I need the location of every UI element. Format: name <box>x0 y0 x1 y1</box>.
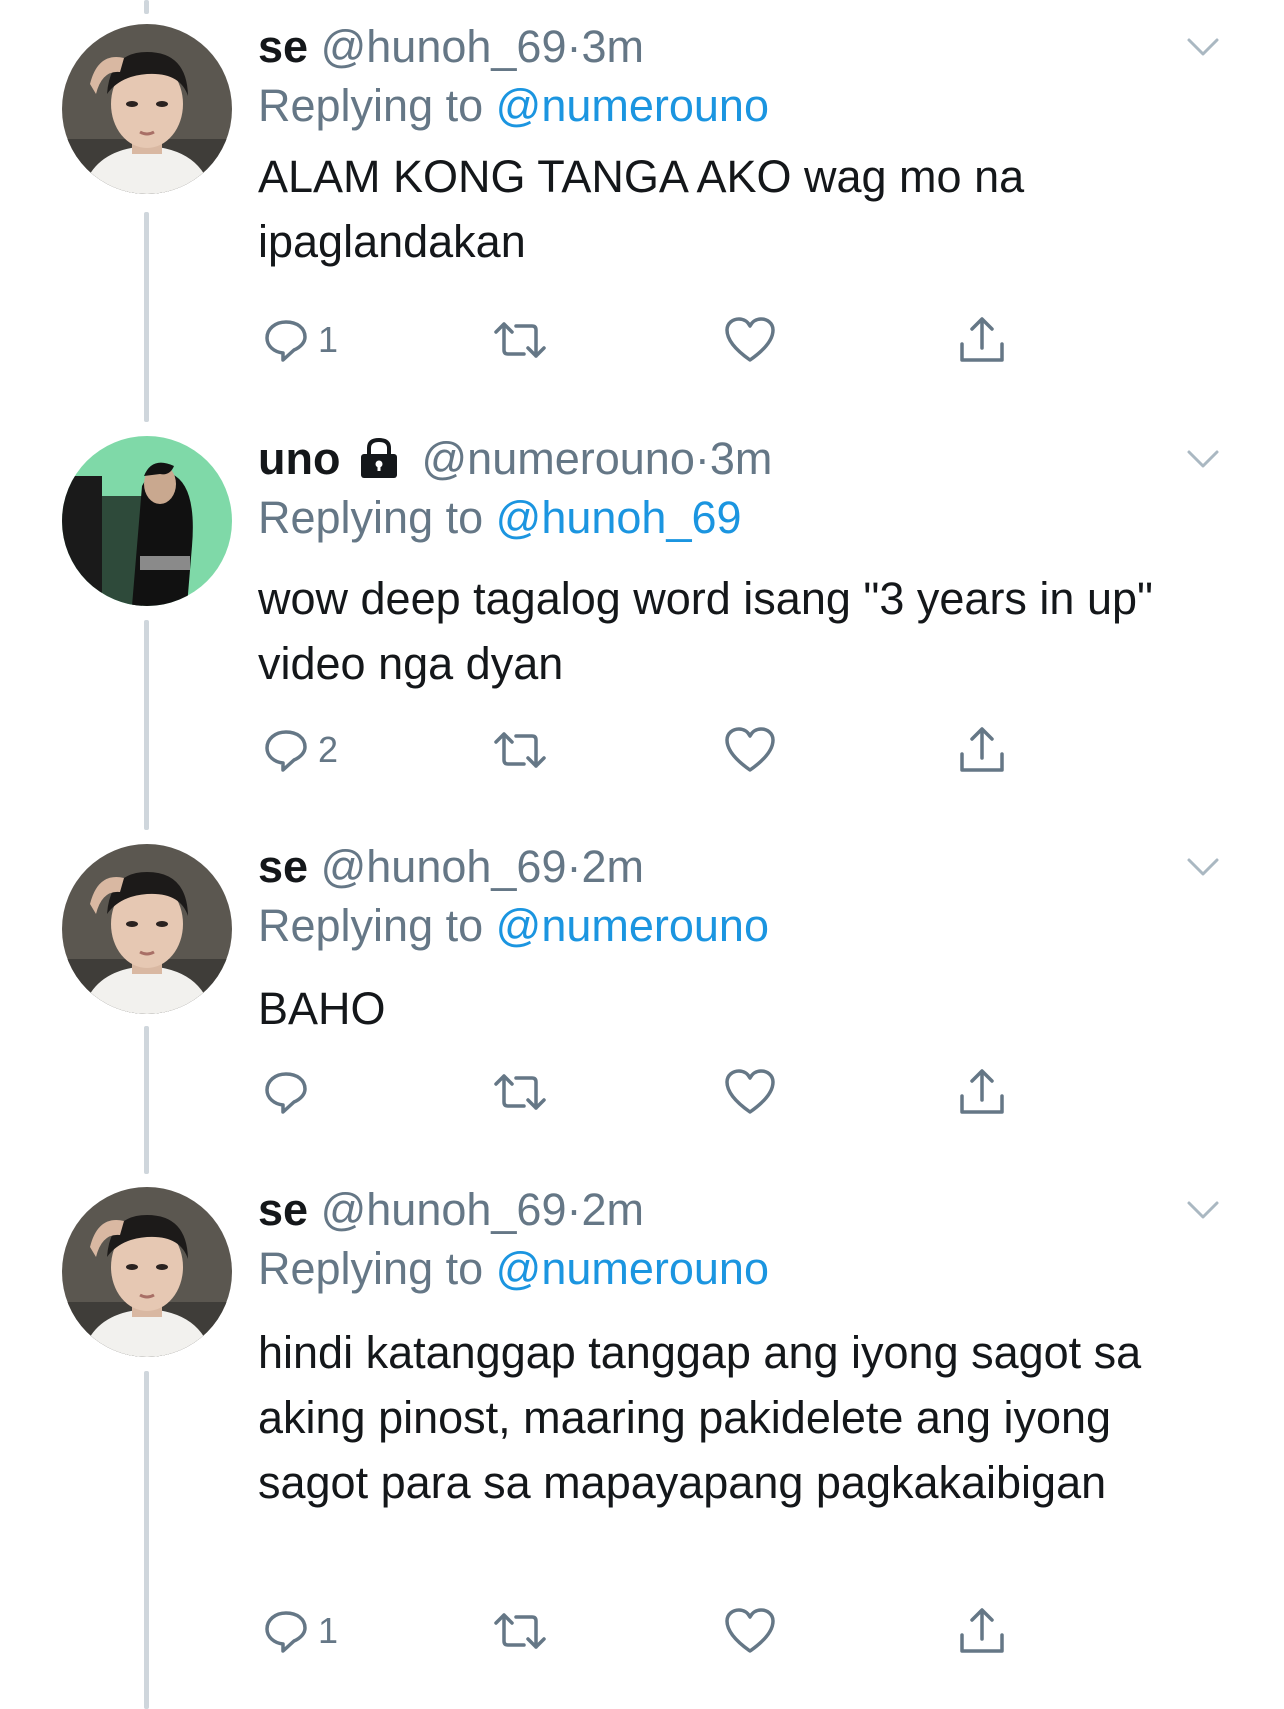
timestamp[interactable]: 3m <box>581 21 644 72</box>
reply-icon <box>265 1611 307 1653</box>
avatar[interactable] <box>62 1187 232 1357</box>
mention-link[interactable]: @numerouno <box>496 900 769 951</box>
heart-icon <box>725 1069 775 1114</box>
mention-link[interactable]: @numerouno <box>496 80 769 131</box>
like-button[interactable] <box>724 722 776 778</box>
tweet-header: se @hunoh_69·2m <box>258 840 644 894</box>
reply-count: 1 <box>318 1610 339 1651</box>
timestamp[interactable]: 2m <box>581 1184 644 1235</box>
like-button[interactable] <box>724 312 776 368</box>
chevron-down-icon[interactable] <box>1183 846 1223 886</box>
timestamp[interactable]: 2m <box>581 841 644 892</box>
share-icon <box>960 317 1004 362</box>
separator-dot: · <box>694 433 710 484</box>
reply-button[interactable]: 2 <box>262 722 338 778</box>
replying-prefix: Replying to <box>258 492 496 543</box>
avatar[interactable] <box>62 436 232 606</box>
action-bar <box>258 1064 1078 1120</box>
reply-count: 2 <box>318 729 339 770</box>
share-button[interactable] <box>956 1603 1008 1659</box>
tweet-header: se @hunoh_69·2m <box>258 1183 644 1237</box>
reply-button[interactable]: 1 <box>262 312 338 368</box>
replying-to: Replying to @hunoh_69 <box>258 491 742 545</box>
avatar[interactable] <box>62 24 232 194</box>
display-name[interactable]: se <box>258 21 308 72</box>
heart-icon <box>725 727 775 772</box>
user-handle[interactable]: @hunoh_69 <box>321 21 567 72</box>
mention-link[interactable]: @numerouno <box>496 1243 769 1294</box>
thread-line <box>144 620 149 830</box>
separator-dot: · <box>566 841 582 892</box>
replying-prefix: Replying to <box>258 900 496 951</box>
share-button[interactable] <box>956 312 1008 368</box>
replying-prefix: Replying to <box>258 1243 496 1294</box>
heart-icon <box>725 1608 775 1653</box>
tweet-text: hindi katanggap tanggap ang iyong sagot … <box>258 1327 1142 1508</box>
share-icon <box>960 1608 1004 1653</box>
chevron-down-icon[interactable] <box>1183 1189 1223 1229</box>
chevron-down-icon[interactable] <box>1183 26 1223 66</box>
like-button[interactable] <box>724 1603 776 1659</box>
replying-prefix: Replying to <box>258 80 496 131</box>
heart-icon <box>725 317 775 362</box>
chevron-down-icon[interactable] <box>1183 438 1223 478</box>
timestamp[interactable]: 3m <box>710 433 773 484</box>
like-button[interactable] <box>724 1064 776 1120</box>
mention-link[interactable]: @hunoh_69 <box>496 492 742 543</box>
user-handle[interactable]: @hunoh_69 <box>321 1184 567 1235</box>
retweet-icon <box>494 1074 546 1110</box>
share-button[interactable] <box>956 722 1008 778</box>
display-name[interactable]: se <box>258 841 308 892</box>
tweet-header: se @hunoh_69·3m <box>258 20 644 74</box>
separator-dot: · <box>566 21 582 72</box>
tweet-text: ALAM KONG TANGA AKO wag mo na ipaglandak… <box>258 151 1025 267</box>
action-bar: 1 <box>258 1603 1078 1659</box>
reply-icon <box>265 1072 307 1114</box>
replying-to: Replying to @numerouno <box>258 79 769 133</box>
share-icon <box>960 1069 1004 1114</box>
display-name[interactable]: uno <box>258 433 340 484</box>
reply-icon <box>265 320 307 362</box>
retweet-icon <box>494 322 546 358</box>
thread-line <box>144 1026 149 1174</box>
reply-icon <box>265 730 307 772</box>
retweet-button[interactable] <box>492 722 548 778</box>
retweet-button[interactable] <box>492 312 548 368</box>
thread-line <box>144 1371 149 1709</box>
tweet-header: uno @numerouno·3m <box>258 432 772 486</box>
user-handle[interactable]: @numerouno <box>422 433 695 484</box>
lock-icon <box>360 437 397 478</box>
display-name[interactable]: se <box>258 1184 308 1235</box>
tweet-text: BAHO <box>258 983 386 1034</box>
replying-to: Replying to @numerouno <box>258 899 769 953</box>
retweet-button[interactable] <box>492 1064 548 1120</box>
share-icon <box>960 727 1004 772</box>
user-handle[interactable]: @hunoh_69 <box>321 841 567 892</box>
avatar[interactable] <box>62 844 232 1014</box>
tweet-text: wow deep tagalog word isang "3 years in … <box>258 573 1153 689</box>
retweet-icon <box>494 1613 546 1649</box>
separator-dot: · <box>566 1184 582 1235</box>
action-bar: 2 <box>258 722 1078 778</box>
thread-line <box>144 212 149 422</box>
action-bar: 1 <box>258 312 1078 368</box>
retweet-icon <box>494 732 546 768</box>
thread-line-top <box>144 0 149 14</box>
share-button[interactable] <box>956 1064 1008 1120</box>
reply-count: 1 <box>318 319 339 360</box>
reply-button[interactable]: 1 <box>262 1603 338 1659</box>
retweet-button[interactable] <box>492 1603 548 1659</box>
reply-button[interactable] <box>262 1064 318 1120</box>
replying-to: Replying to @numerouno <box>258 1242 769 1296</box>
